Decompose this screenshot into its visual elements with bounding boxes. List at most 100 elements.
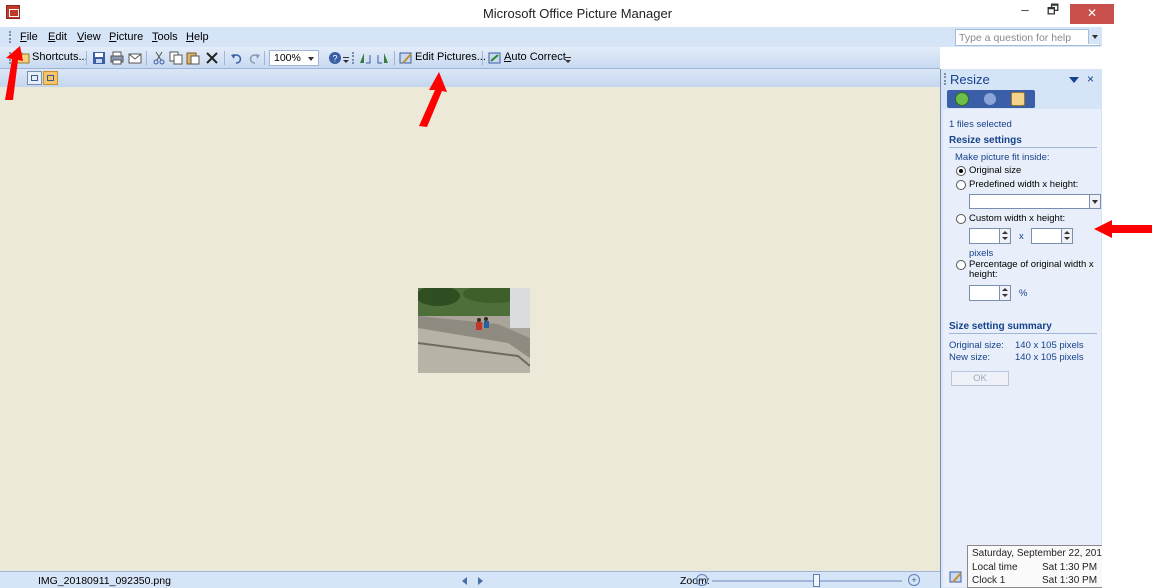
toolbar-separator <box>482 51 483 65</box>
thumbnail-view-button[interactable] <box>27 71 42 85</box>
save-icon[interactable] <box>92 51 106 65</box>
fit-inside-label: Make picture fit inside: <box>955 152 1050 163</box>
percentage-radio[interactable] <box>956 260 966 270</box>
original-size-radio[interactable] <box>956 166 966 176</box>
files-selected-text: 1 files selected <box>949 119 1012 130</box>
percentage-spin-icon[interactable] <box>999 286 1010 300</box>
clock-date: Saturday, September 22, 2018 <box>972 548 1108 559</box>
rotate-left-icon[interactable] <box>358 51 372 65</box>
copy-icon[interactable] <box>169 51 183 65</box>
help-icon[interactable]: ? <box>328 51 342 65</box>
predefined-size-radio[interactable] <box>956 180 966 190</box>
toolbar-options-chevron-icon[interactable] <box>343 57 350 65</box>
predefined-size-dropdown-icon[interactable] <box>1089 195 1100 208</box>
single-picture-view-button[interactable] <box>43 71 58 85</box>
delete-icon[interactable] <box>205 51 219 65</box>
menu-file[interactable]: File <box>20 31 38 43</box>
auto-correct-icon <box>488 52 501 64</box>
task-pane-menu-dropdown-icon[interactable] <box>1069 77 1079 83</box>
pixels-label: pixels <box>969 248 994 259</box>
ok-button[interactable]: OK <box>951 371 1009 386</box>
undo-icon[interactable] <box>230 51 244 65</box>
back-icon[interactable] <box>955 92 969 106</box>
percentage-label-line2[interactable]: height: <box>969 269 998 280</box>
zoom-slider-track[interactable] <box>712 580 902 582</box>
auto-correct-button[interactable]: Auto Correct <box>504 50 566 66</box>
predefined-size-select[interactable] <box>969 194 1101 209</box>
task-pane-header: Resize × <box>941 69 1103 89</box>
toolbar-options-chevron-icon[interactable] <box>565 57 572 65</box>
print-icon[interactable] <box>110 51 124 65</box>
previous-picture-icon[interactable] <box>462 577 467 585</box>
custom-size-radio[interactable] <box>956 214 966 224</box>
resize-settings-heading: Resize settings <box>949 135 1022 146</box>
menu-help[interactable]: Help <box>186 31 209 43</box>
edit-pictures-pane-icon[interactable] <box>949 570 963 584</box>
menu-edit[interactable]: Edit <box>48 31 67 43</box>
section-divider <box>949 333 1097 334</box>
menu-view[interactable]: View <box>77 31 101 43</box>
task-pane-navigation <box>947 90 1035 108</box>
task-pane-title: Resize <box>950 72 990 87</box>
cut-icon[interactable] <box>152 51 166 65</box>
svg-text:?: ? <box>332 54 337 64</box>
times-symbol: x <box>1019 231 1024 242</box>
original-size-summary-value: 140 x 105 pixels <box>1015 340 1084 351</box>
zoom-dropdown[interactable]: 100% <box>269 50 319 66</box>
toolbar-separator <box>86 51 87 65</box>
task-pane-close-icon[interactable]: × <box>1087 72 1094 86</box>
restore-button[interactable]: 🗗 <box>1040 0 1066 22</box>
zoom-out-icon[interactable]: − <box>696 574 708 586</box>
custom-size-label[interactable]: Custom width x height: <box>969 213 1065 224</box>
local-time-value: Sat 1:30 PM <box>1042 562 1098 573</box>
annotation-arrow-resize-pane <box>1094 220 1152 238</box>
original-size-label[interactable]: Original size <box>969 165 1021 176</box>
redo-icon[interactable] <box>247 51 261 65</box>
size-summary-heading: Size setting summary <box>949 321 1052 332</box>
paste-icon[interactable] <box>186 51 200 65</box>
custom-width-stepper[interactable] <box>969 228 1011 244</box>
send-email-icon[interactable] <box>128 51 142 65</box>
menu-tools[interactable]: Tools <box>152 31 178 43</box>
menu-bar: File Edit View Picture Tools Help <box>0 27 1102 47</box>
close-button[interactable]: ✕ <box>1070 4 1114 24</box>
menu-picture[interactable]: Picture <box>109 31 143 43</box>
new-size-summary-label: New size: <box>949 352 991 363</box>
zoom-slider-thumb[interactable] <box>813 574 820 587</box>
percent-symbol: % <box>1019 288 1028 299</box>
toolbar-separator <box>224 51 225 65</box>
clock1-label: Clock 1 <box>972 575 1006 586</box>
annotation-arrow-file-menu <box>5 46 23 100</box>
custom-height-spin-icon[interactable] <box>1061 229 1072 243</box>
zoom-in-icon[interactable]: + <box>908 574 920 586</box>
status-filename: IMG_20180911_092350.png <box>38 575 171 587</box>
minimize-button[interactable]: – <box>1012 0 1038 22</box>
standard-toolbar: Shortcuts... 100% ? Edit Pictures... Aut… <box>0 47 940 69</box>
edit-pictures-button[interactable]: Edit Pictures... <box>415 50 486 66</box>
title-bar: Microsoft Office Picture Manager – 🗗 ✕ <box>0 0 1155 27</box>
menu-grip-handle[interactable] <box>9 31 12 43</box>
percentage-stepper[interactable] <box>969 285 1011 301</box>
original-size-summary-label: Original size: <box>949 340 1004 351</box>
annotation-arrow-edit-pictures <box>419 72 447 127</box>
task-pane-body: 1 files selected Resize settings Make pi… <box>943 109 1101 587</box>
custom-height-stepper[interactable] <box>1031 228 1073 244</box>
home-icon[interactable] <box>1011 92 1025 106</box>
next-picture-icon[interactable] <box>478 577 483 585</box>
toolbar-separator <box>264 51 265 65</box>
shortcuts-button[interactable]: Shortcuts... <box>32 50 88 66</box>
view-switcher-bar <box>0 69 940 87</box>
toolbar-separator <box>394 51 395 65</box>
toolbar-grip-handle[interactable] <box>352 52 355 64</box>
single-picture-view-icon <box>47 75 54 81</box>
picture-preview[interactable] <box>418 288 530 373</box>
resize-task-pane: Resize × 1 files selected Resize setting… <box>940 69 1103 588</box>
edit-pictures-icon <box>399 52 412 64</box>
custom-width-spin-icon[interactable] <box>999 229 1010 243</box>
predefined-size-label[interactable]: Predefined width x height: <box>969 179 1078 190</box>
pane-grip-handle[interactable] <box>944 73 947 85</box>
help-dropdown-arrow-icon[interactable] <box>1088 29 1100 44</box>
picture-canvas[interactable] <box>0 87 940 571</box>
forward-icon[interactable] <box>983 92 997 106</box>
rotate-right-icon[interactable] <box>376 51 390 65</box>
